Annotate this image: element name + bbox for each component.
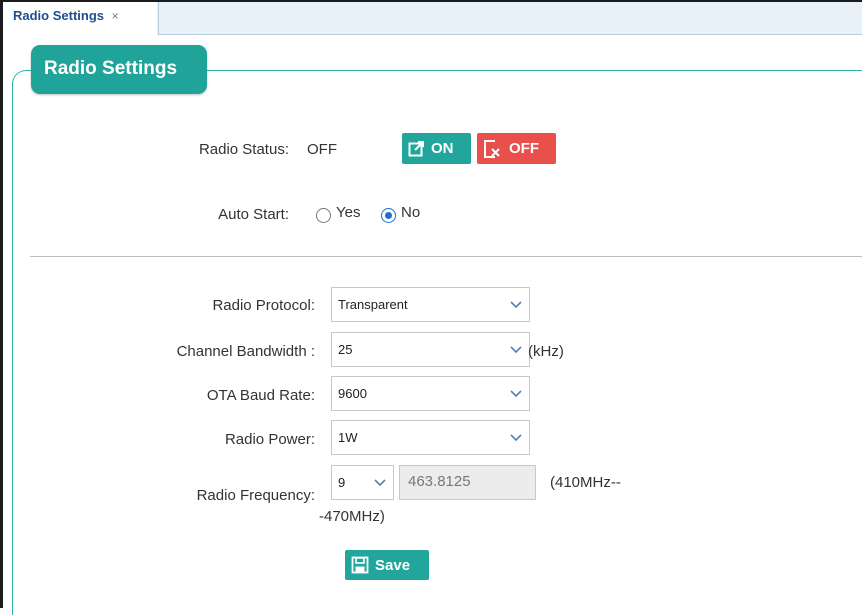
- panel-title: Radio Settings: [31, 45, 207, 94]
- auto-start-yes-label: Yes: [336, 204, 361, 221]
- radio-off-button[interactable]: OFF: [477, 133, 556, 164]
- tab-bar: Radio Settings ×: [0, 0, 862, 35]
- ota-baud-rate-value: 9600: [338, 386, 367, 401]
- radio-status-value: OFF: [307, 141, 337, 158]
- radio-frequency-input[interactable]: 463.8125: [399, 465, 536, 500]
- tab-close-icon[interactable]: ×: [112, 9, 119, 23]
- radio-frequency-label: Radio Frequency:: [196, 487, 315, 504]
- radio-protocol-select[interactable]: Transparent: [331, 287, 530, 322]
- auto-start-yes-radio[interactable]: [316, 208, 331, 223]
- auto-start-label: Auto Start:: [218, 206, 289, 223]
- radio-on-label: ON: [431, 140, 454, 157]
- chevron-down-icon: [510, 301, 522, 309]
- chevron-down-icon: [510, 390, 522, 398]
- radio-power-select[interactable]: 1W: [331, 420, 530, 455]
- radio-protocol-value: Transparent: [338, 297, 408, 312]
- radio-frequency-value: 463.8125: [408, 473, 471, 490]
- ota-baud-rate-select[interactable]: 9600: [331, 376, 530, 411]
- tab-strip: [158, 2, 862, 35]
- tab-radio-settings[interactable]: Radio Settings ×: [0, 2, 157, 34]
- edit-icon: [408, 141, 424, 157]
- floppy-icon: [351, 556, 369, 574]
- radio-off-label: OFF: [509, 140, 539, 157]
- radio-protocol-label: Radio Protocol:: [212, 297, 315, 314]
- left-border: [0, 34, 3, 608]
- radio-frequency-range: (410MHz--: [550, 474, 621, 491]
- tab-label: Radio Settings: [13, 8, 105, 23]
- ota-baud-rate-label: OTA Baud Rate:: [206, 387, 315, 404]
- save-label: Save: [375, 556, 411, 574]
- channel-bandwidth-label: Channel Bandwidth :: [176, 343, 315, 360]
- radio-on-button[interactable]: ON: [402, 133, 471, 164]
- radio-power-label: Radio Power:: [224, 431, 315, 448]
- radio-frequency-range-end: -470MHz): [319, 508, 385, 525]
- chevron-down-icon: [510, 434, 522, 442]
- chevron-down-icon: [374, 479, 386, 487]
- chevron-down-icon: [510, 346, 522, 354]
- radio-frequency-channel-select[interactable]: 9: [331, 465, 394, 500]
- channel-bandwidth-select[interactable]: 25: [331, 332, 530, 367]
- close-box-icon: [484, 139, 500, 158]
- channel-bandwidth-unit: (kHz): [528, 343, 564, 360]
- save-button[interactable]: Save: [345, 550, 429, 580]
- channel-bandwidth-value: 25: [338, 342, 353, 357]
- radio-status-label: Radio Status:: [198, 141, 289, 158]
- radio-power-value: 1W: [338, 430, 358, 445]
- radio-frequency-channel-value: 9: [338, 475, 346, 490]
- auto-start-no-radio[interactable]: [381, 208, 396, 223]
- section-divider: [30, 256, 862, 257]
- auto-start-no-label: No: [401, 204, 421, 221]
